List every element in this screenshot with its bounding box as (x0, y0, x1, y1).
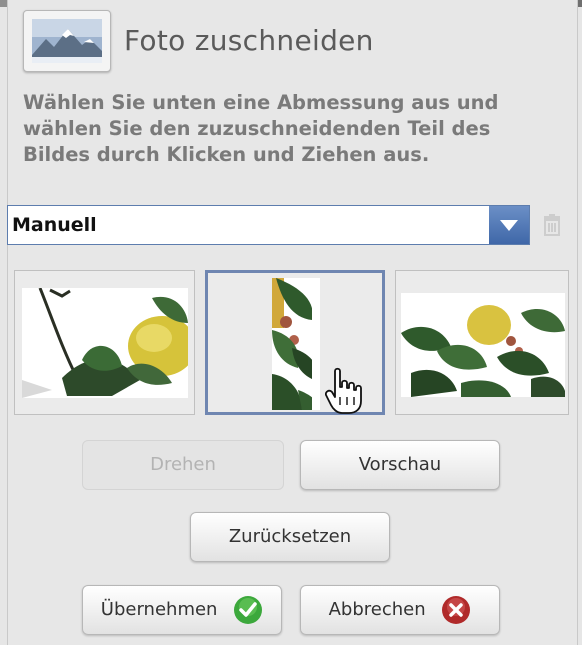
instructions-line: wählen Sie den zuzuschneidenden Teil des (23, 117, 491, 140)
preview-button[interactable]: Vorschau (300, 440, 500, 490)
trash-icon[interactable] (542, 213, 562, 241)
instructions-text: Wählen Sie unten eine Abmessung aus und … (23, 90, 543, 168)
crop-option-right[interactable] (395, 270, 569, 415)
crop-preview-image (272, 278, 320, 410)
rotate-button[interactable]: Drehen (82, 440, 284, 490)
apply-button[interactable]: Übernehmen (82, 585, 282, 635)
dialog-title: Foto zuschneiden (124, 24, 374, 57)
instructions-line: Bildes durch Klicken und Ziehen aus. (23, 143, 430, 166)
dimension-select[interactable]: Manuell (7, 205, 530, 245)
chevron-down-icon (500, 220, 518, 231)
instructions-line: Wählen Sie unten eine Abmessung aus und (23, 91, 499, 114)
dimension-select-value: Manuell (12, 214, 97, 236)
crop-preview-image (22, 288, 188, 398)
crop-option-left[interactable] (14, 270, 195, 415)
hand-cursor-icon (324, 367, 365, 421)
cancel-button[interactable]: Abbrechen (300, 585, 500, 635)
crop-preview-image (401, 293, 565, 397)
dropdown-button[interactable] (489, 206, 529, 244)
reset-button[interactable]: Zurücksetzen (190, 512, 390, 562)
photo-thumbnail-icon (23, 10, 111, 72)
check-circle-icon (234, 596, 263, 624)
x-circle-icon (442, 596, 471, 624)
